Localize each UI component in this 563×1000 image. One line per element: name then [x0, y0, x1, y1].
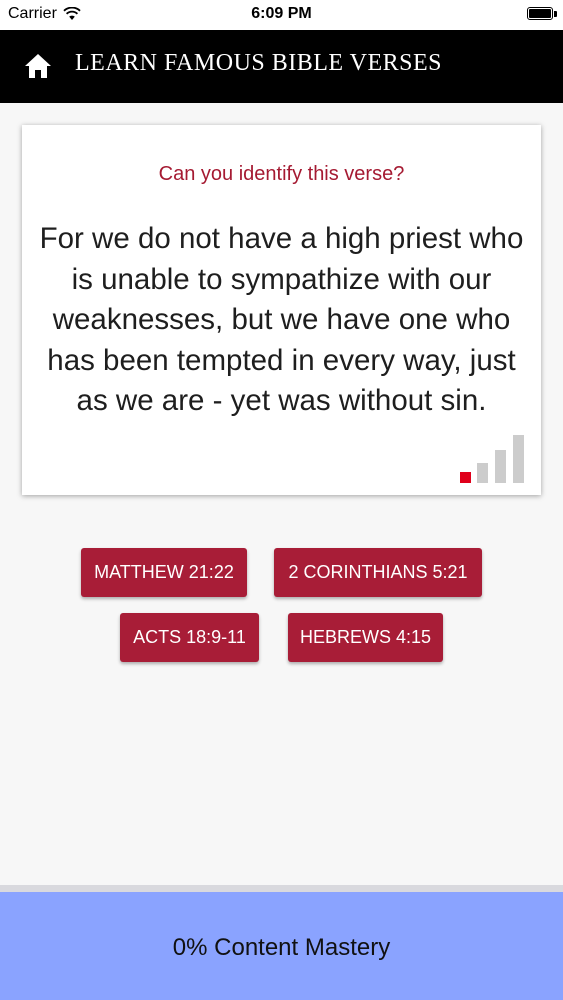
battery-icon	[527, 7, 553, 20]
strength-bar-1	[460, 472, 471, 483]
home-icon[interactable]	[24, 53, 52, 79]
status-bar: Carrier 6:09 PM	[0, 0, 563, 30]
strength-meter-icon	[460, 433, 530, 483]
strength-bar-3	[495, 450, 506, 483]
app-header: LEARN FAMOUS BIBLE VERSES	[0, 30, 563, 103]
mastery-footer: 0% Content Mastery	[0, 885, 563, 1000]
answer-button-2[interactable]: 2 CORINTHIANS 5:21	[274, 548, 482, 597]
battery-tip	[554, 11, 557, 17]
verse-card: Can you identify this verse? For we do n…	[22, 125, 541, 495]
answer-button-1[interactable]: MATTHEW 21:22	[81, 548, 247, 597]
strength-bar-2	[477, 463, 488, 483]
answer-button-3[interactable]: ACTS 18:9-11	[120, 613, 259, 662]
mastery-label: 0% Content Mastery	[172, 934, 391, 961]
quiz-prompt: Can you identify this verse?	[158, 163, 405, 185]
status-time: 6:09 PM	[251, 5, 312, 22]
strength-bar-4	[513, 435, 524, 483]
battery-fill	[529, 9, 551, 18]
answer-button-4[interactable]: HEBREWS 4:15	[288, 613, 443, 662]
verse-text: For we do not have a high priest who is …	[39, 222, 524, 417]
page-title: LEARN FAMOUS BIBLE VERSES	[75, 50, 442, 76]
